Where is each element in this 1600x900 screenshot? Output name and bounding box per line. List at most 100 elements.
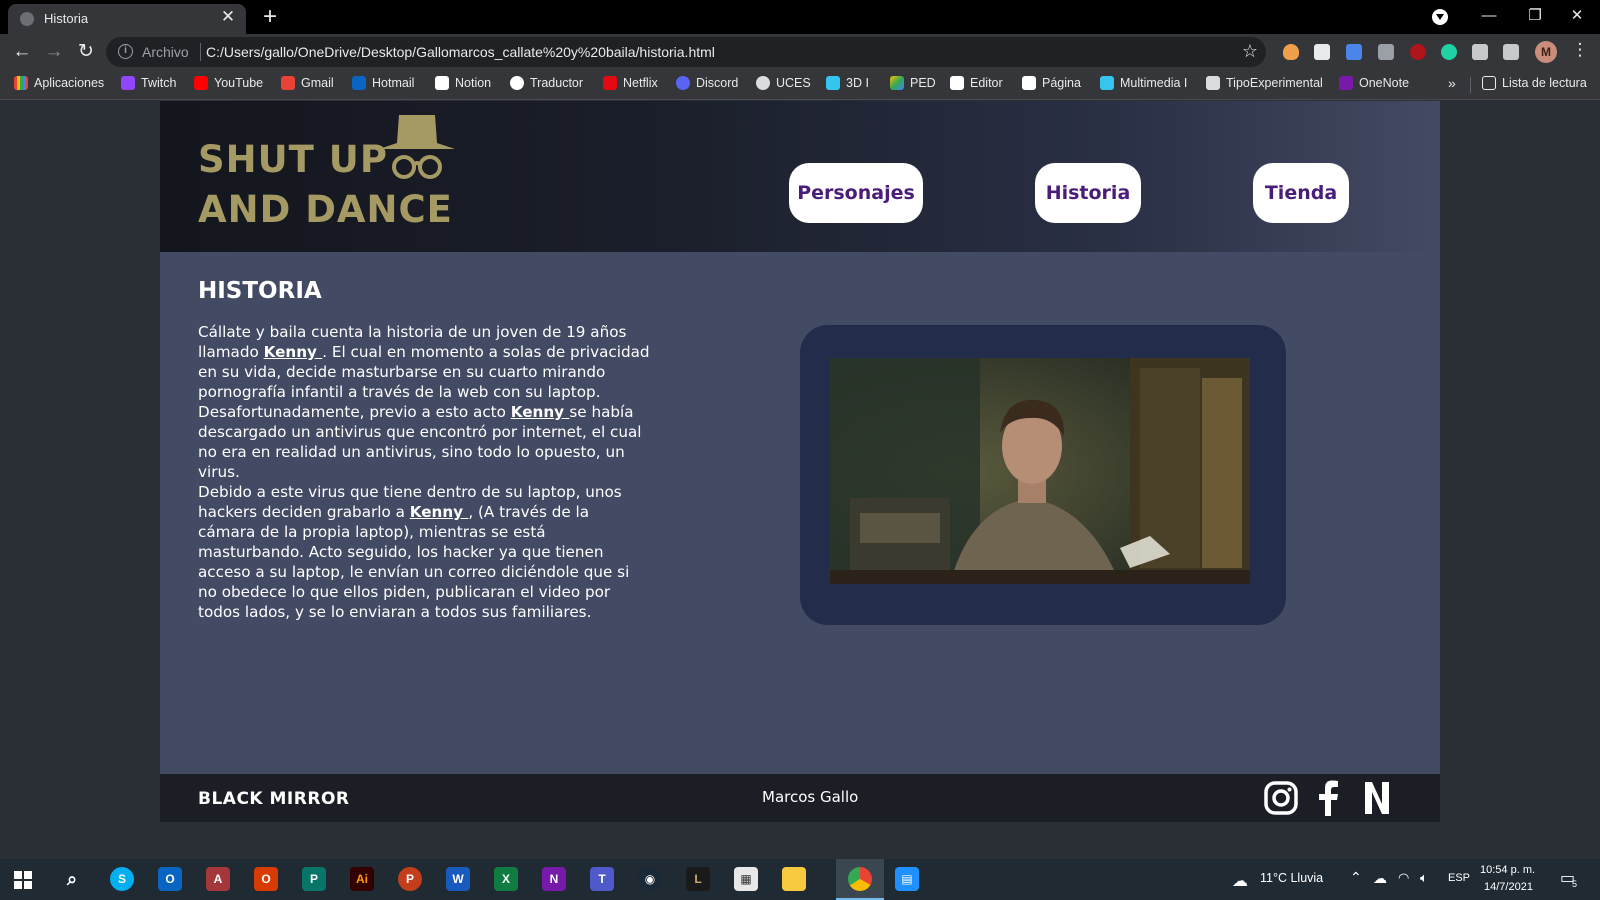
extension-translate-icon[interactable]	[1346, 44, 1362, 60]
extension-ublock-icon[interactable]	[1410, 44, 1426, 60]
discord-icon	[676, 76, 690, 90]
bookmark-notion[interactable]: Notion	[435, 76, 491, 94]
back-button[interactable]: ←	[8, 38, 36, 66]
kenny-link-2[interactable]: Kenny	[511, 403, 570, 421]
extensions-puzzle-icon[interactable]	[1472, 44, 1488, 60]
extension-leaf-icon[interactable]	[1441, 44, 1457, 60]
gmail-icon	[281, 76, 295, 90]
tab-strip: Historia ✕ + — ❐ ✕	[0, 0, 1600, 34]
bookmark-netflix[interactable]: Netflix	[603, 76, 658, 94]
more-bookmarks-icon[interactable]: »	[1448, 75, 1456, 91]
address-divider	[200, 43, 201, 61]
bookmark-gmail[interactable]: Gmail	[281, 76, 334, 94]
excel-icon[interactable]: X	[494, 867, 518, 891]
instagram-icon[interactable]	[1263, 780, 1299, 816]
windows-start-icon[interactable]	[14, 871, 32, 889]
nav-personajes[interactable]: Personajes	[789, 163, 923, 223]
bookmark-traductor[interactable]: Traductor	[510, 76, 583, 94]
search-icon[interactable]: ⌕	[60, 867, 84, 891]
tab-search-icon[interactable]	[1432, 9, 1448, 25]
clock-date[interactable]: 14/7/2021	[1484, 881, 1533, 893]
onedrive-icon[interactable]: ☁	[1373, 870, 1387, 887]
info-icon[interactable]: i	[118, 44, 133, 59]
bookmark-onenote[interactable]: OneNote	[1339, 76, 1409, 94]
bookmark-star-icon[interactable]: ☆	[1242, 41, 1258, 62]
bookmark-pagina[interactable]: Página	[1022, 76, 1081, 94]
netflix-icon[interactable]	[1359, 780, 1395, 816]
bookmark-youtube[interactable]: YouTube	[194, 76, 263, 94]
bookmark-tipoexperimental[interactable]: TipoExperimental	[1206, 76, 1323, 94]
forward-button[interactable]: →	[40, 38, 68, 66]
reading-list-button[interactable]: Lista de lectura	[1482, 76, 1587, 94]
weather-text[interactable]: 11°C Lluvia	[1260, 871, 1323, 885]
twitch-icon	[121, 76, 135, 90]
story-paragraph-2: Debido a este virus que tiene dentro de …	[198, 483, 630, 621]
extension-flame-icon[interactable]	[1283, 44, 1299, 60]
access-icon[interactable]: A	[206, 867, 230, 891]
bookmark-hotmail[interactable]: Hotmail	[352, 76, 414, 94]
new-tab-button[interactable]: +	[256, 4, 284, 30]
reload-button[interactable]: ↻	[72, 38, 100, 66]
bookmark-uces[interactable]: UCES	[756, 76, 811, 94]
outlook-taskbar-icon[interactable]: O	[158, 867, 182, 891]
wifi-icon[interactable]: ◠	[1398, 870, 1409, 886]
powerpoint-icon[interactable]: P	[398, 867, 422, 891]
illustrator-icon[interactable]: Ai	[350, 867, 374, 891]
chrome-icon	[848, 867, 872, 891]
bookmarks-bar: Aplicaciones Twitch YouTube Gmail Hotmai…	[0, 70, 1600, 100]
nav-historia[interactable]: Historia	[1035, 163, 1141, 223]
menu-dots-icon[interactable]: ⋮	[1568, 40, 1592, 60]
tab-historia[interactable]: Historia ✕	[8, 4, 246, 34]
incognito-hat-glasses-icon	[379, 115, 455, 179]
store-icon[interactable]: ▦	[734, 867, 758, 891]
app-window-icon[interactable]: ▤	[895, 867, 919, 891]
teams-icon[interactable]: T	[590, 867, 614, 891]
tray-chevron-icon[interactable]: ⌃	[1350, 869, 1362, 886]
publisher-icon[interactable]: P	[302, 867, 326, 891]
black-mirror-logo: BLACK MIRROR	[198, 789, 350, 809]
outlook-icon	[352, 76, 366, 90]
close-tab-icon[interactable]: ✕	[218, 7, 238, 27]
close-window-button[interactable]: ✕	[1554, 2, 1600, 30]
extension-grid-icon[interactable]	[1378, 44, 1394, 60]
address-scheme-label: Archivo	[142, 44, 189, 60]
bookmark-divider	[1470, 77, 1471, 93]
chrome-taskbar-active[interactable]	[836, 859, 884, 900]
onenote-taskbar-icon[interactable]: N	[542, 867, 566, 891]
word-icon[interactable]: W	[446, 867, 470, 891]
clock-time[interactable]: 10:54 p. m.	[1480, 864, 1535, 876]
kenny-link-1[interactable]: Kenny	[264, 343, 323, 361]
bookmark-ped[interactable]: PED	[890, 76, 936, 94]
profile-avatar[interactable]: M	[1535, 41, 1557, 63]
bookmark-twitch[interactable]: Twitch	[121, 76, 176, 94]
bookmark-editor[interactable]: Editor	[950, 76, 1003, 94]
minimize-button[interactable]: —	[1466, 2, 1512, 30]
file-explorer-icon[interactable]	[782, 867, 806, 891]
league-of-legends-icon[interactable]: L	[686, 867, 710, 891]
address-bar[interactable]: i Archivo C:/Users/gallo/OneDrive/Deskto…	[106, 37, 1266, 67]
nav-tienda[interactable]: Tienda	[1253, 163, 1349, 223]
volume-icon[interactable]: 🔈︎	[1420, 870, 1428, 886]
weather-cloud-icon[interactable]: ☁	[1232, 871, 1248, 891]
media-queue-icon[interactable]	[1503, 44, 1519, 60]
bookmark-aplicaciones[interactable]: Aplicaciones	[14, 76, 104, 94]
language-indicator[interactable]: ESP	[1448, 872, 1470, 884]
skype-icon[interactable]: S	[110, 867, 134, 891]
main-content: HISTORIA Cállate y baila cuenta la histo…	[160, 252, 1440, 774]
globe-icon	[20, 12, 34, 26]
steam-icon[interactable]: ◉	[638, 867, 662, 891]
restore-button[interactable]: ❐	[1512, 2, 1558, 30]
episode-still-image[interactable]	[830, 358, 1250, 584]
browser-toolbar: ← → ↻ i Archivo C:/Users/gallo/OneDrive/…	[0, 34, 1600, 70]
bookmark-3d[interactable]: 3D I	[826, 76, 869, 94]
office-icon[interactable]: O	[254, 867, 278, 891]
windows-taskbar: ⌕ S O A O P Ai P W X N T ◉ L ▦ ▤ ☁ 11°C …	[0, 859, 1600, 900]
netflix-bookmark-icon	[603, 76, 617, 90]
site-footer: BLACK MIRROR Marcos Gallo	[160, 774, 1440, 822]
address-url[interactable]: C:/Users/gallo/OneDrive/Desktop/Gallomar…	[206, 44, 715, 60]
bookmark-multimedia[interactable]: Multimedia I	[1100, 76, 1187, 94]
facebook-icon[interactable]	[1311, 780, 1347, 816]
extension-window-icon[interactable]	[1314, 44, 1330, 60]
bookmark-discord[interactable]: Discord	[676, 76, 738, 94]
kenny-link-3[interactable]: Kenny	[410, 503, 469, 521]
